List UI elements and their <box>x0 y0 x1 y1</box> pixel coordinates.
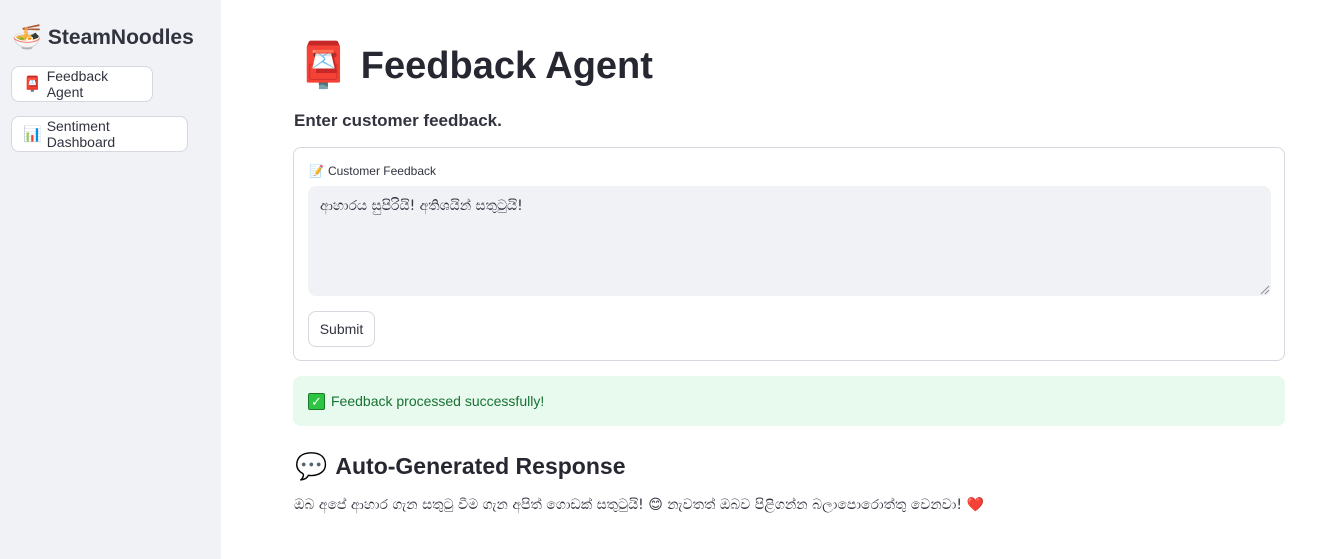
resize-grip-icon[interactable] <box>1260 285 1270 295</box>
page-subtitle: Enter customer feedback. <box>294 111 502 130</box>
response-heading: 💬 Auto-Generated Response <box>295 451 625 482</box>
feedback-form: 📝 Customer Feedback ආහාරය සුපිරියි! අතිශ… <box>293 147 1285 361</box>
response-heading-text: Auto-Generated Response <box>335 453 626 479</box>
page-title: 📮 Feedback Agent <box>296 40 653 92</box>
sidebar-item-label: Feedback Agent <box>46 68 109 100</box>
sidebar-item-sentiment-dashboard[interactable]: 📊 Sentiment Dashboard <box>11 116 188 152</box>
sidebar-item-feedback-agent[interactable]: 📮 Feedback Agent <box>11 66 153 102</box>
main-content: 📮 Feedback Agent Enter customer feedback… <box>221 0 1329 559</box>
mailbox-icon: 📮 <box>23 76 42 93</box>
auto-generated-response-text: ඔබ අපේ ආහාර ගැන සතුටු වීම ගැන අපිත් ගොඩක… <box>294 497 984 513</box>
bar-chart-icon: 📊 <box>23 126 42 143</box>
check-mark-icon: ✓ <box>308 392 325 410</box>
brand: 🍜 SteamNoodles <box>12 24 194 52</box>
submit-button[interactable]: Submit <box>308 311 375 347</box>
customer-feedback-input[interactable]: ආහාරය සුපිරියි! අතිශයින් සතුටුයි! <box>308 186 1271 296</box>
sidebar: 🍜 SteamNoodles 📮 Feedback Agent 📊 Sentim… <box>0 0 221 559</box>
brand-name: SteamNoodles <box>47 26 194 49</box>
success-message: Feedback processed successfully! <box>331 393 545 409</box>
memo-icon: 📝 <box>309 164 324 178</box>
noodle-bowl-icon: 🍜 <box>12 24 42 51</box>
speech-bubble-icon: 💬 <box>295 451 328 481</box>
page-title-text: Feedback Agent <box>360 44 653 87</box>
field-label-text: Customer Feedback <box>327 164 436 178</box>
mailbox-icon: 📮 <box>296 41 351 90</box>
success-alert: ✓ Feedback processed successfully! <box>293 376 1285 426</box>
sidebar-item-label: Sentiment Dashboard <box>46 118 116 150</box>
customer-feedback-label: 📝 Customer Feedback <box>309 164 436 178</box>
